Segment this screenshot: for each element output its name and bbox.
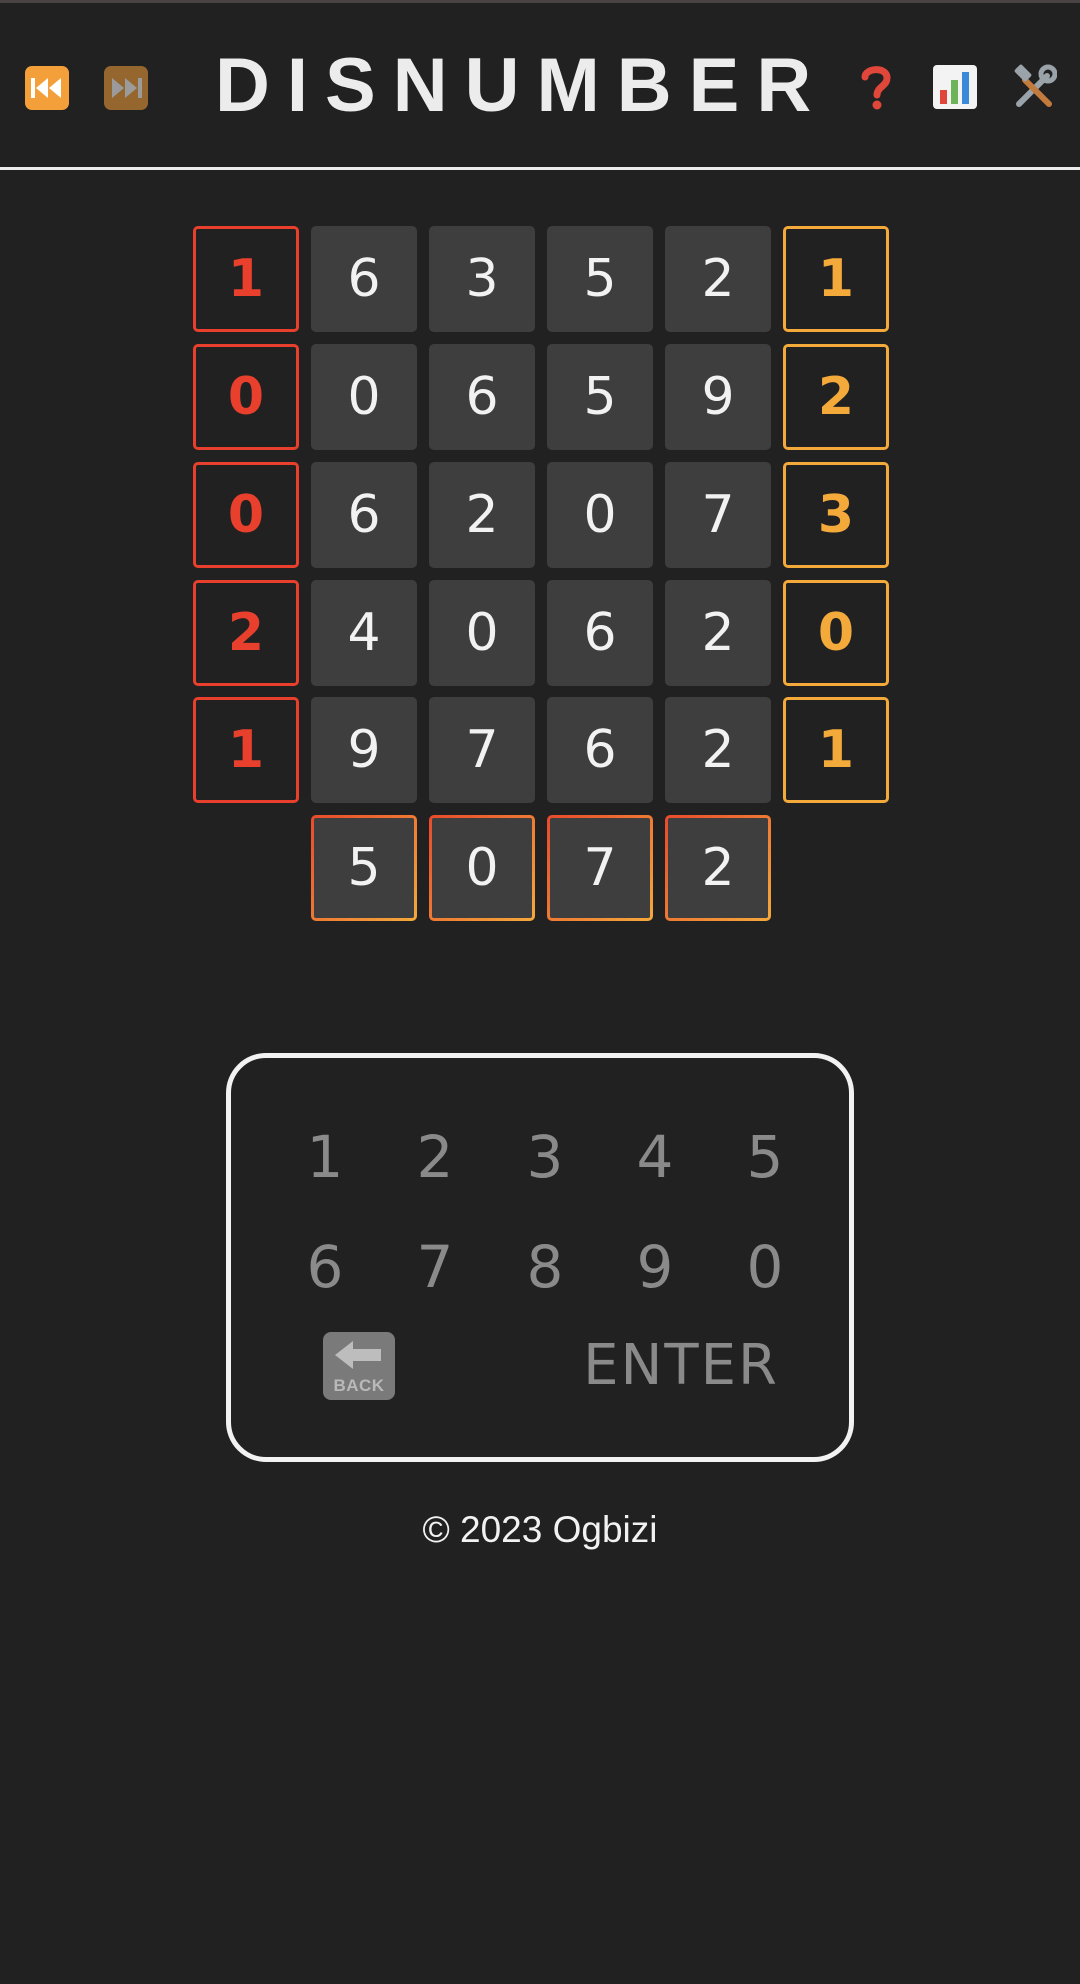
- guess-cell[interactable]: 5: [311, 815, 417, 921]
- grid-cell[interactable]: 2: [665, 580, 771, 686]
- digit-key[interactable]: 5: [725, 1117, 805, 1197]
- right-clue-cell: 1: [783, 697, 889, 803]
- grid-cell[interactable]: 7: [429, 697, 535, 803]
- digit-key[interactable]: 0: [725, 1227, 805, 1307]
- digit-key[interactable]: 1: [285, 1117, 365, 1197]
- grid-cell[interactable]: 2: [429, 462, 535, 568]
- guess-cell[interactable]: 0: [429, 815, 535, 921]
- digit-key[interactable]: 7: [395, 1227, 475, 1307]
- right-clue-cell: 2: [783, 344, 889, 450]
- backspace-label: BACK: [333, 1376, 385, 1395]
- guess-cell[interactable]: 7: [547, 815, 653, 921]
- right-clue-cell: 3: [783, 462, 889, 568]
- back-arrow-icon: [335, 1341, 381, 1369]
- left-clue-cell: 0: [193, 344, 299, 450]
- grid-cell[interactable]: 0: [547, 462, 653, 568]
- grid-cell[interactable]: 9: [311, 697, 417, 803]
- right-clue-cell: 0: [783, 580, 889, 686]
- grid-cell[interactable]: 5: [547, 344, 653, 450]
- left-clue-cell: 0: [193, 462, 299, 568]
- digit-key[interactable]: 8: [505, 1227, 585, 1307]
- grid-cell[interactable]: 4: [311, 580, 417, 686]
- grid-cell[interactable]: 2: [665, 697, 771, 803]
- grid-cell[interactable]: 0: [429, 580, 535, 686]
- grid-cell[interactable]: 6: [311, 226, 417, 332]
- digit-key[interactable]: 9: [615, 1227, 695, 1307]
- digit-key[interactable]: 2: [395, 1117, 475, 1197]
- grid-cell[interactable]: 5: [547, 226, 653, 332]
- digit-key[interactable]: 6: [285, 1227, 365, 1307]
- digit-key[interactable]: 3: [505, 1117, 585, 1197]
- grid-cell[interactable]: 7: [665, 462, 771, 568]
- grid-cell[interactable]: 3: [429, 226, 535, 332]
- digit-key[interactable]: 4: [615, 1117, 695, 1197]
- grid-cell[interactable]: 6: [429, 344, 535, 450]
- number-keypad: BACK ENTER 12345 67890: [226, 1053, 854, 1462]
- left-clue-cell: 1: [193, 697, 299, 803]
- copyright-footer: © 2023 Ogbizi: [422, 1509, 658, 1550]
- left-clue-cell: 1: [193, 226, 299, 332]
- grid-cell[interactable]: 2: [665, 226, 771, 332]
- enter-button[interactable]: ENTER: [581, 1325, 781, 1405]
- game-board: 1635210065920620732406201976215072: [0, 0, 1080, 1000]
- guess-cell[interactable]: 2: [665, 815, 771, 921]
- grid-cell[interactable]: 0: [311, 344, 417, 450]
- grid-cell[interactable]: 6: [547, 697, 653, 803]
- backspace-button[interactable]: BACK: [323, 1332, 395, 1400]
- right-clue-cell: 1: [783, 226, 889, 332]
- grid-cell[interactable]: 9: [665, 344, 771, 450]
- grid-cell[interactable]: 6: [547, 580, 653, 686]
- left-clue-cell: 2: [193, 580, 299, 686]
- grid-cell[interactable]: 6: [311, 462, 417, 568]
